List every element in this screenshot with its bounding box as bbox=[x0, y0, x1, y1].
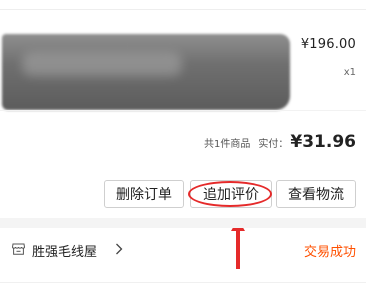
store-icon bbox=[12, 243, 25, 255]
item-count: 共1件商品 bbox=[204, 139, 251, 150]
item-quantity: x1 bbox=[343, 67, 356, 78]
delete-order-button[interactable]: 删除订单 bbox=[104, 180, 184, 208]
store-name[interactable]: 胜强毛线屋 bbox=[32, 241, 97, 260]
paid-amount: ¥31.96 bbox=[290, 132, 356, 152]
item-price: ¥196.00 bbox=[300, 37, 356, 52]
divider bbox=[0, 110, 366, 111]
order-item[interactable]: ¥196.00 x1 bbox=[0, 10, 366, 110]
add-review-button[interactable]: 追加评价 bbox=[190, 180, 272, 208]
paid-label: 实付： bbox=[258, 139, 289, 150]
section-separator bbox=[0, 218, 366, 228]
divider bbox=[0, 282, 366, 283]
order-status: 交易成功 bbox=[303, 245, 356, 260]
view-logistics-button[interactable]: 查看物流 bbox=[276, 180, 356, 208]
order-summary: 共1件商品 实付： ¥31.96 bbox=[204, 132, 356, 152]
top-strip bbox=[0, 0, 366, 10]
chevron-right-icon[interactable] bbox=[115, 243, 123, 255]
store-row[interactable]: 胜强毛线屋 交易成功 bbox=[0, 228, 366, 270]
redacted-product-info bbox=[2, 34, 290, 110]
